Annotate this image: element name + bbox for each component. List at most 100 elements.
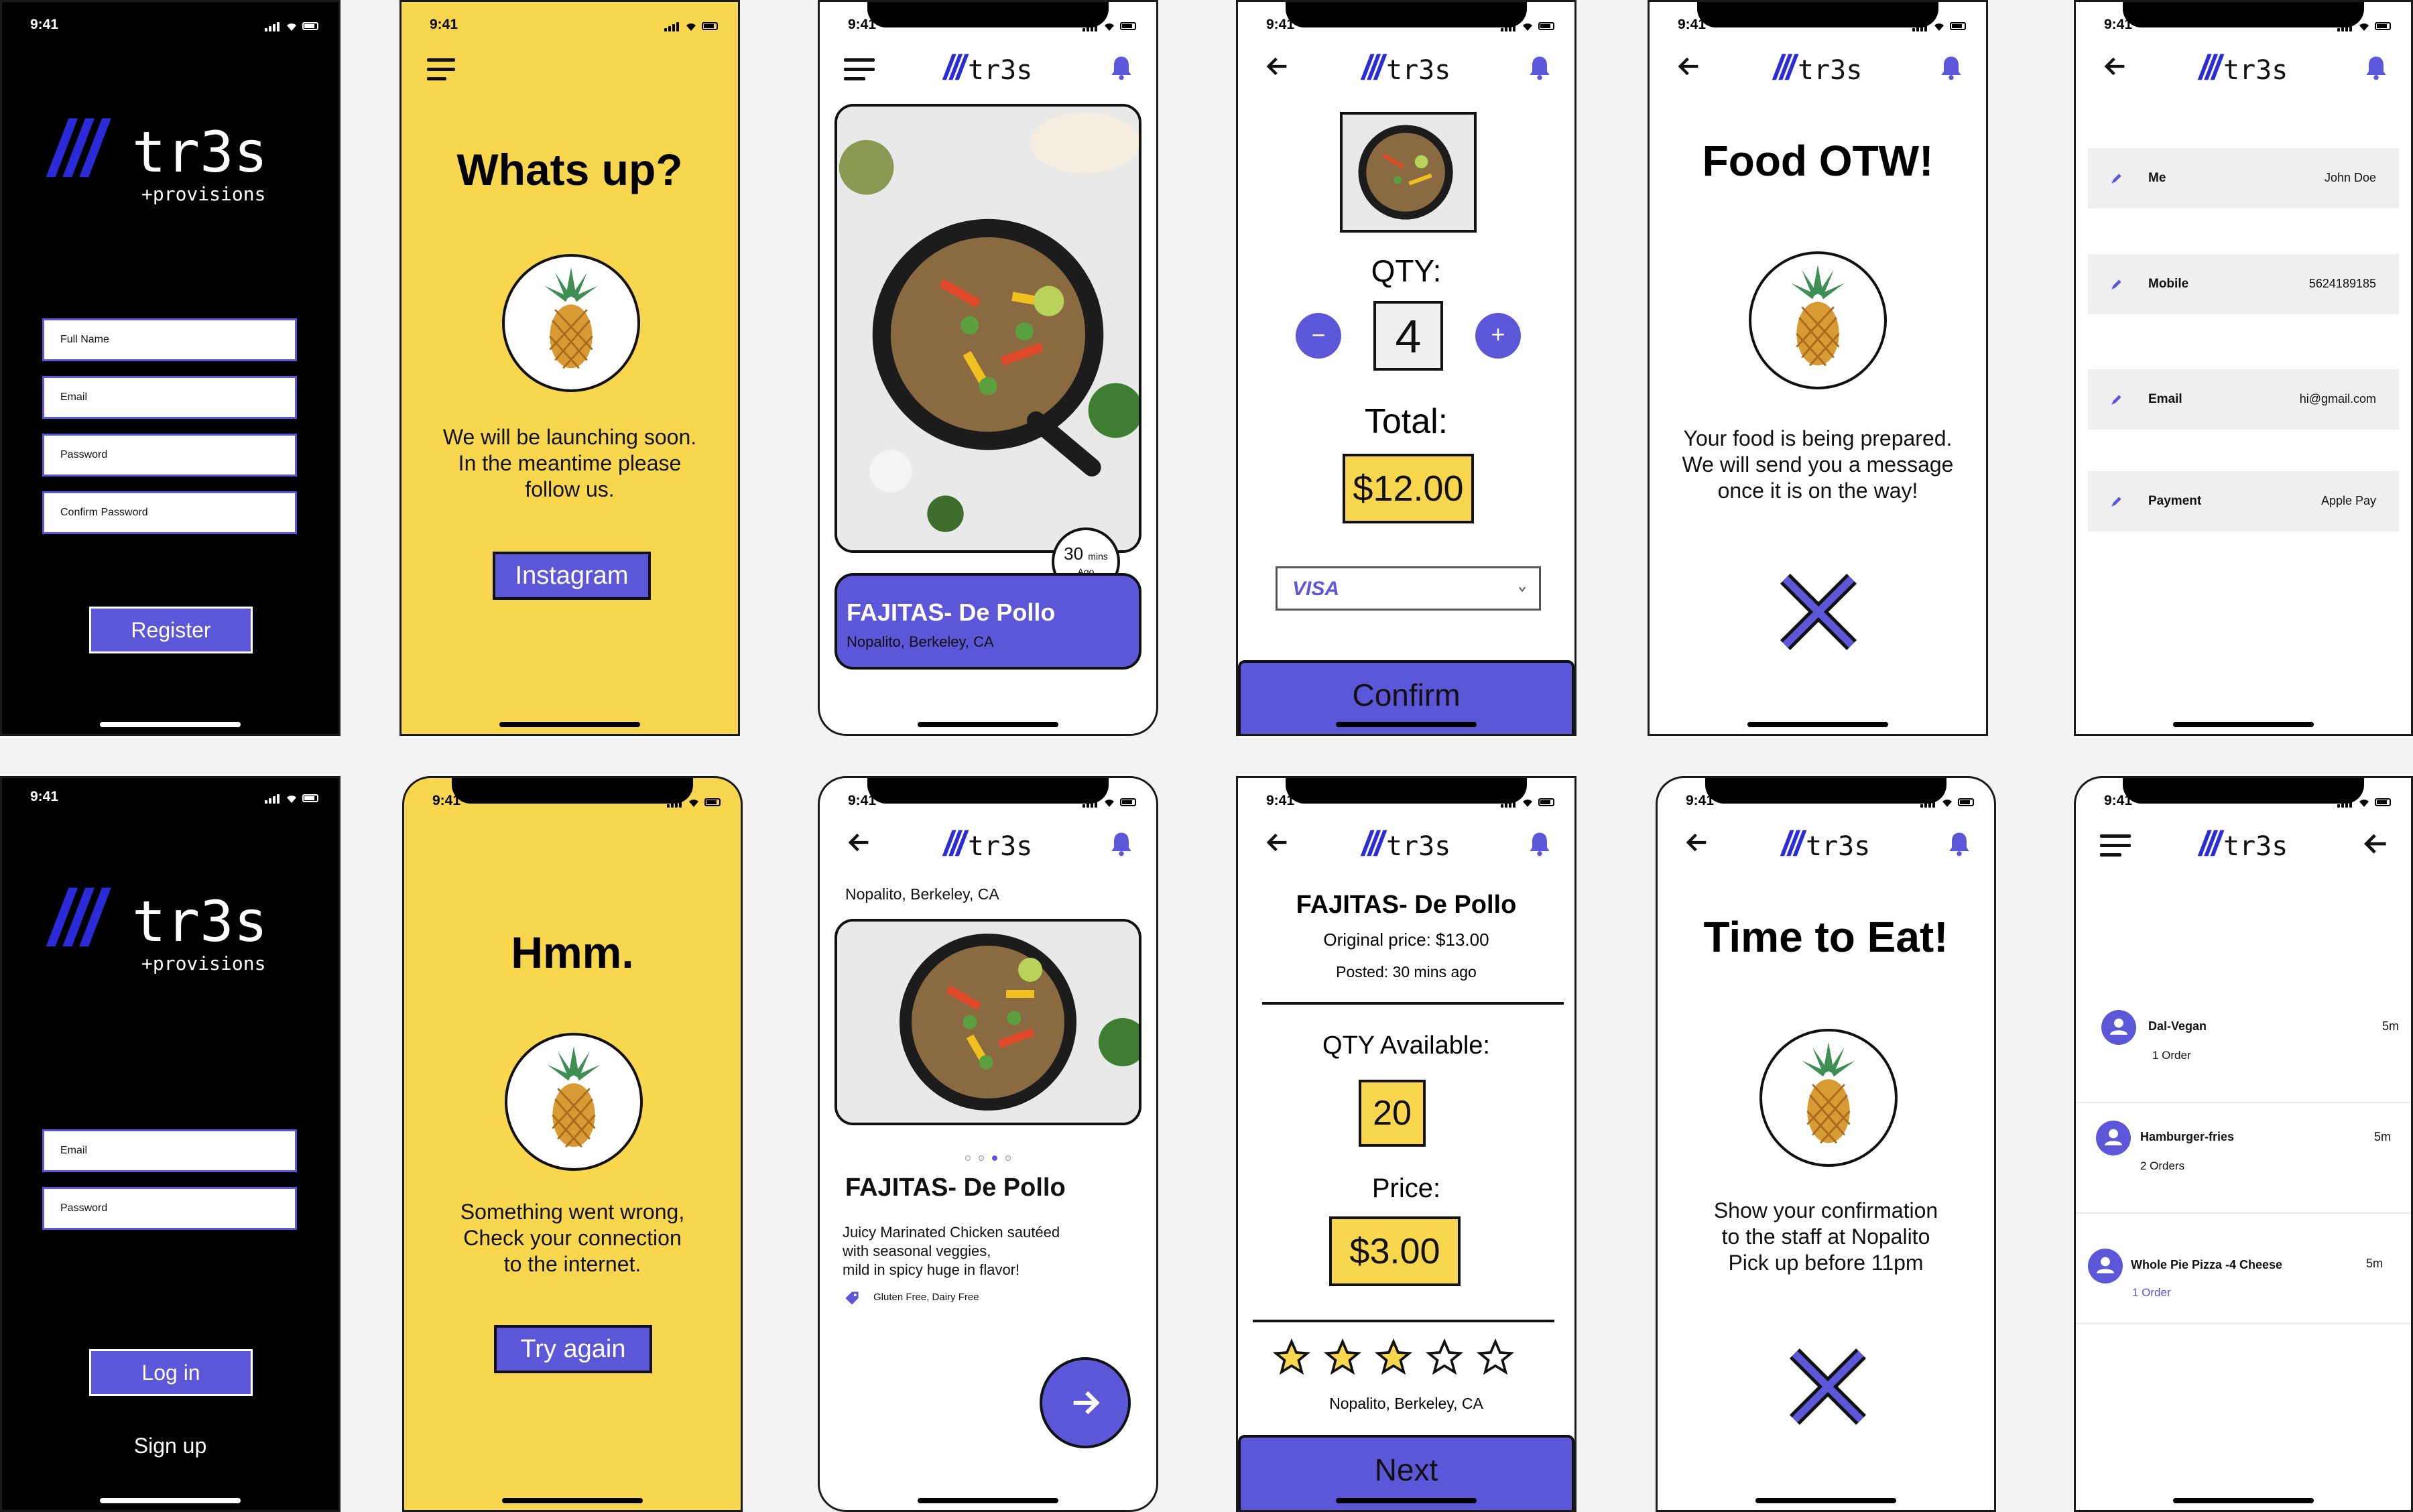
profile-row-mobile[interactable]: Mobile 5624189185 <box>2088 254 2399 314</box>
battery-icon <box>2375 798 2391 806</box>
order-item[interactable]: Dal-Vegan 1 Order 5m <box>2076 993 2411 1103</box>
pencil-icon[interactable] <box>2109 494 2124 509</box>
menu-icon[interactable] <box>2100 834 2131 861</box>
food-image[interactable] <box>834 919 1141 1125</box>
rating-stars[interactable] <box>1273 1338 1528 1379</box>
arrow-right-icon <box>1073 1391 1100 1415</box>
pencil-icon[interactable] <box>2109 277 2124 292</box>
dietary-tags: Gluten Free, Dairy Free <box>873 1292 979 1303</box>
bell-icon[interactable] <box>1525 829 1554 859</box>
menu-icon[interactable] <box>427 58 455 86</box>
launch-message: We will be launching soon. In the meanti… <box>442 425 697 501</box>
star-filled-icon[interactable] <box>1273 1338 1310 1376</box>
full-name-field[interactable] <box>42 318 297 361</box>
signup-link[interactable]: Sign up <box>2 1434 338 1458</box>
bell-icon[interactable] <box>1944 829 1974 859</box>
back-arrow-icon[interactable] <box>2100 53 2131 80</box>
email-input[interactable] <box>60 1145 295 1157</box>
status-bar: 9:41 <box>1650 17 1986 37</box>
carousel-dot[interactable] <box>1005 1155 1011 1161</box>
pineapple-image <box>1759 1029 1898 1167</box>
star-filled-icon[interactable] <box>1375 1338 1412 1376</box>
back-arrow-icon[interactable] <box>1262 53 1293 80</box>
password-field[interactable] <box>42 434 297 477</box>
close-icon[interactable] <box>1777 570 1860 653</box>
order-name: Whole Pie Pizza -4 Cheese <box>2131 1258 2283 1271</box>
carousel-dots[interactable] <box>820 1152 1156 1164</box>
email-field[interactable] <box>42 1129 297 1172</box>
password-input[interactable] <box>60 1202 295 1214</box>
food-image[interactable] <box>834 104 1141 553</box>
profile-screen: 9:41 ///tr3s Me John Doe Mobile 56241891… <box>2074 0 2413 736</box>
back-arrow-icon[interactable] <box>1682 829 1713 856</box>
email-input[interactable] <box>60 391 295 403</box>
try-again-button[interactable]: Try again <box>494 1325 652 1373</box>
order-time: 5m <box>2373 1130 2391 1143</box>
instagram-button[interactable]: Instagram <box>493 552 651 600</box>
signal-icon <box>1920 797 1936 808</box>
minus-button[interactable]: − <box>1296 313 1341 359</box>
bell-icon[interactable] <box>2361 53 2391 82</box>
confirm-password-field[interactable] <box>42 491 297 534</box>
carousel-dot[interactable] <box>965 1155 971 1161</box>
login-button[interactable]: Log in <box>89 1349 253 1396</box>
bell-icon[interactable] <box>1107 53 1136 82</box>
login-screen: 9:41 /// tr3s +provisions Log in Sign up <box>0 776 341 1512</box>
home-indicator <box>918 1498 1058 1503</box>
carousel-dot-active[interactable] <box>992 1155 997 1161</box>
pencil-icon[interactable] <box>2109 171 2124 186</box>
register-button[interactable]: Register <box>89 607 253 653</box>
status-icons <box>667 797 722 808</box>
battery-icon <box>1538 22 1554 30</box>
order-count: 1 Order <box>2132 1286 2171 1299</box>
carousel-dot[interactable] <box>979 1155 984 1161</box>
status-icons <box>2337 21 2392 32</box>
menu-icon[interactable] <box>844 58 875 85</box>
status-bar: 9:41 <box>1658 793 1994 813</box>
status-time: 9:41 <box>30 17 59 32</box>
status-bar: 9:41 <box>404 793 741 813</box>
full-name-input[interactable] <box>60 334 295 346</box>
payment-select[interactable]: VISA <box>1276 566 1541 611</box>
order-count: 2 Orders <box>2140 1159 2185 1172</box>
password-input[interactable] <box>60 449 295 461</box>
plus-button[interactable]: + <box>1475 313 1521 359</box>
signal-icon <box>2337 21 2353 32</box>
pencil-icon[interactable] <box>2109 392 2124 407</box>
bell-icon[interactable] <box>1107 829 1136 859</box>
detail-location: Nopalito, Berkeley, CA <box>845 885 999 903</box>
battery-icon <box>302 22 318 30</box>
status-icons <box>265 21 320 32</box>
star-empty-icon[interactable] <box>1477 1338 1514 1376</box>
detail-title: FAJITAS- De Pollo <box>845 1174 1066 1202</box>
home-indicator <box>502 1498 643 1503</box>
close-icon[interactable] <box>1786 1345 1869 1428</box>
password-field[interactable] <box>42 1187 297 1230</box>
back-arrow-icon[interactable] <box>1262 829 1293 856</box>
order-item[interactable]: Whole Pie Pizza -4 Cheese 1 Order 5m <box>2076 1214 2411 1324</box>
pineapple-icon <box>1802 1042 1855 1144</box>
eat-screen: 9:41 ///tr3s Time to Eat! Show your conf… <box>1656 776 1996 1512</box>
back-arrow-icon[interactable] <box>1674 53 1705 80</box>
user-icon <box>2097 1257 2114 1273</box>
back-arrow-icon[interactable] <box>2361 829 2391 859</box>
food-card[interactable]: FAJITAS- De Pollo Nopalito, Berkeley, CA <box>834 573 1141 670</box>
star-empty-icon[interactable] <box>1426 1338 1463 1376</box>
star-filled-icon[interactable] <box>1324 1338 1361 1376</box>
next-arrow-button[interactable] <box>1040 1357 1131 1448</box>
bell-icon[interactable] <box>1525 53 1554 82</box>
back-arrow-icon[interactable] <box>844 829 875 856</box>
signal-icon <box>1501 797 1517 808</box>
bell-icon[interactable] <box>1936 53 1966 82</box>
listing-screen: 9:41 ///tr3s FAJITAS- De Pollo Original … <box>1236 776 1576 1512</box>
signal-icon <box>265 793 281 804</box>
status-icons <box>1912 21 1967 32</box>
profile-row-email[interactable]: Email hi@gmail.com <box>2088 369 2399 430</box>
brand-logo: /// tr3s +provisions <box>49 109 317 216</box>
confirm-password-input[interactable] <box>60 507 295 519</box>
profile-row-me[interactable]: Me John Doe <box>2088 148 2399 208</box>
email-field[interactable] <box>42 376 297 419</box>
profile-row-payment[interactable]: Payment Apple Pay <box>2088 471 2399 531</box>
status-bar: 9:41 <box>2076 793 2411 813</box>
order-item[interactable]: Hamburger-fries 2 Orders 5m <box>2076 1103 2411 1214</box>
